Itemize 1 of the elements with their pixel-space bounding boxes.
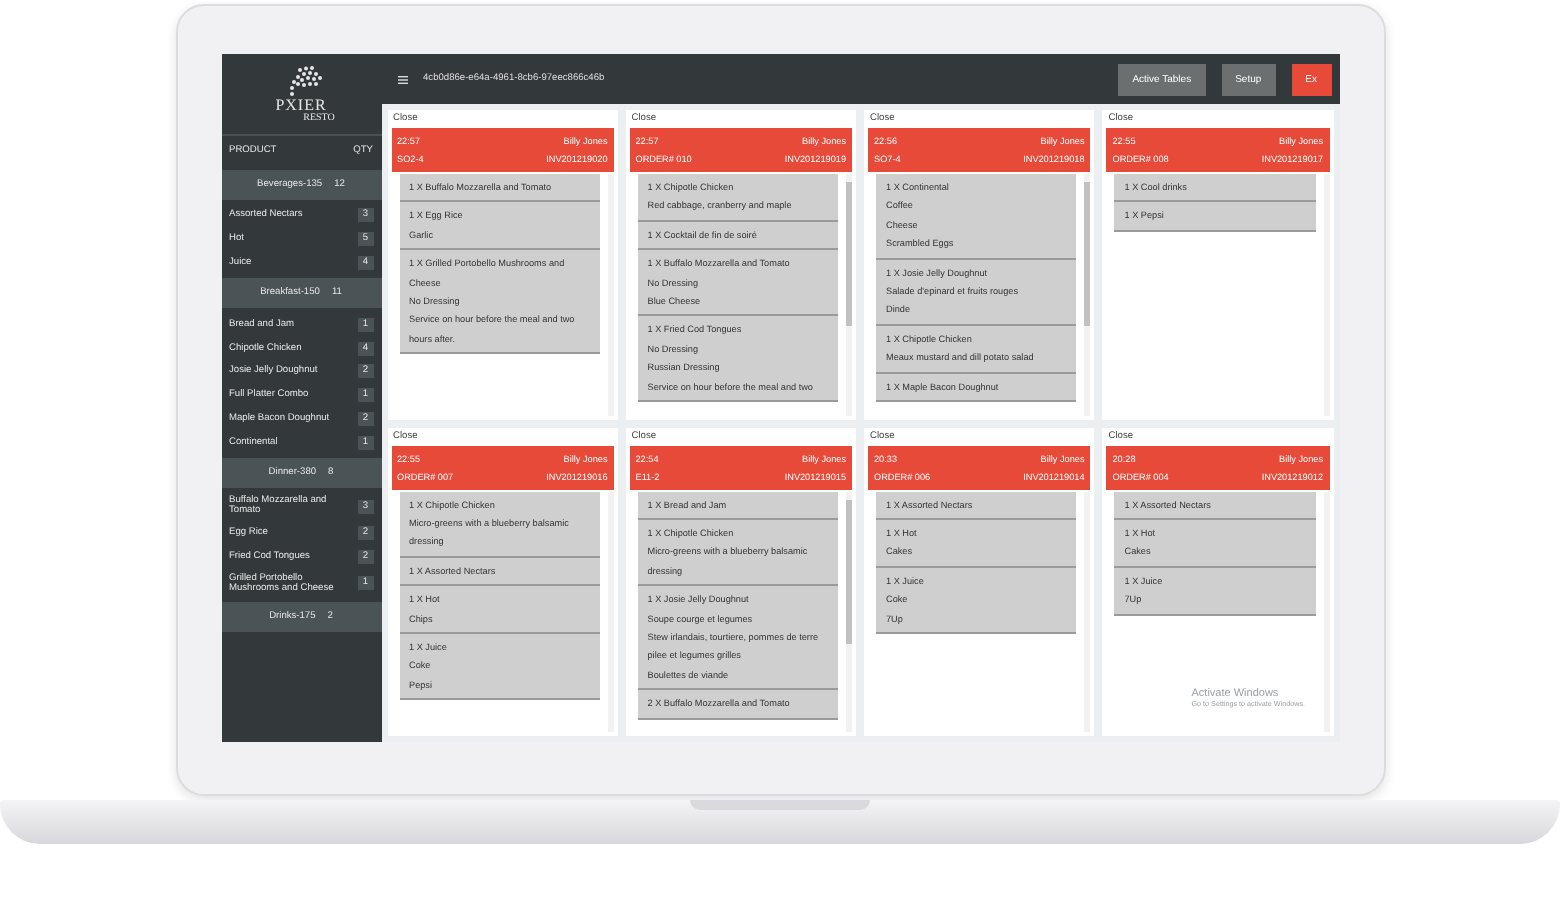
logo-text: PXIER bbox=[275, 98, 327, 114]
